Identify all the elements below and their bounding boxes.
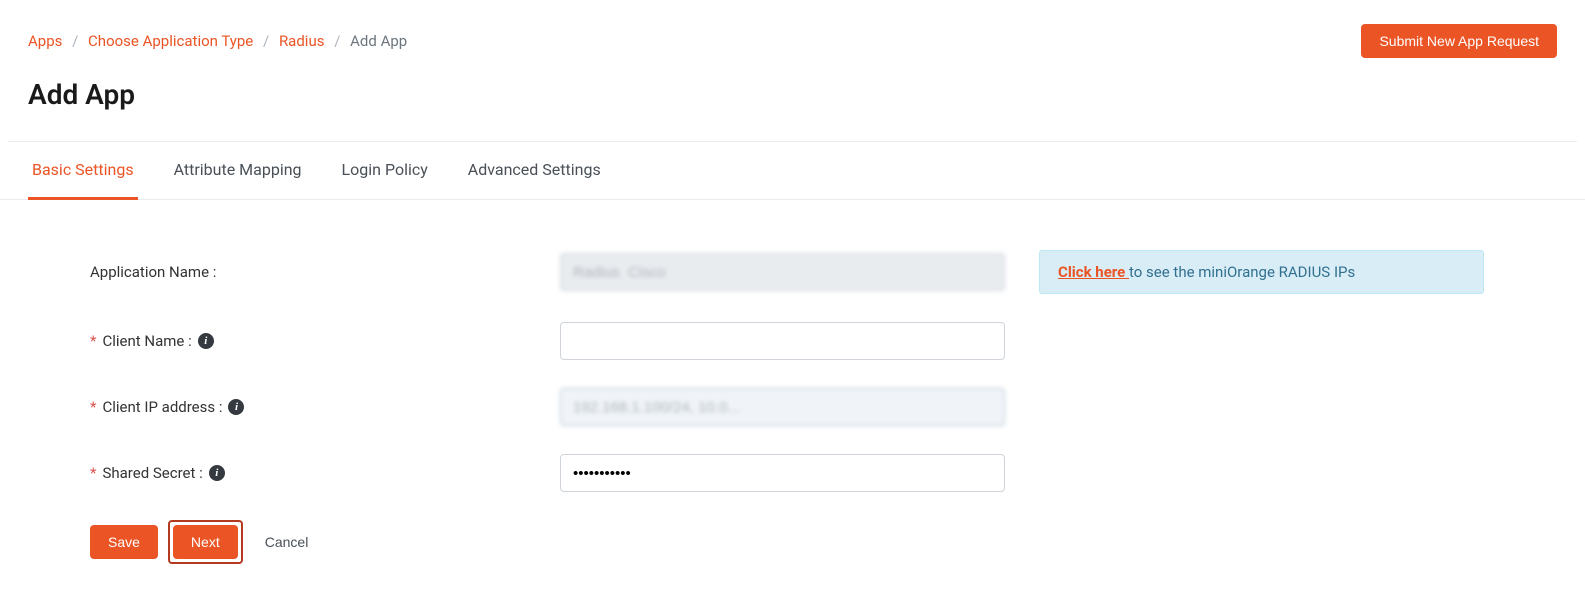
client-ip-input[interactable] [560,388,1005,426]
save-button[interactable]: Save [90,525,158,559]
shared-secret-label: *Shared Secret : i [90,464,560,482]
next-button[interactable]: Next [173,525,238,559]
info-icon[interactable]: i [209,465,225,481]
required-marker: * [90,332,96,350]
shared-secret-input[interactable] [560,454,1005,492]
tabs: Basic Settings Attribute Mapping Login P… [0,142,1585,200]
next-button-highlight: Next [168,520,243,564]
breadcrumb-radius[interactable]: Radius [279,32,325,50]
application-name-label: Application Name : [90,263,560,281]
breadcrumb-apps[interactable]: Apps [28,32,62,50]
breadcrumb-separator: / [334,32,340,50]
info-icon[interactable]: i [198,333,214,349]
tab-attribute-mapping[interactable]: Attribute Mapping [170,142,306,200]
page-title: Add App [0,58,1585,141]
tab-basic-settings[interactable]: Basic Settings [28,142,138,200]
alert-text: to see the miniOrange RADIUS IPs [1129,263,1355,281]
client-ip-label: *Client IP address : i [90,398,560,416]
info-icon[interactable]: i [228,399,244,415]
breadcrumb-separator: / [72,32,78,50]
client-name-input[interactable] [560,322,1005,360]
tab-advanced-settings[interactable]: Advanced Settings [464,142,605,200]
click-here-link[interactable]: Click here [1058,263,1129,281]
submit-new-app-button[interactable]: Submit New App Request [1361,24,1557,58]
tab-login-policy[interactable]: Login Policy [338,142,432,200]
form-actions: Save Next Cancel [90,520,1557,564]
breadcrumb-choose-type[interactable]: Choose Application Type [88,32,253,50]
client-name-label: *Client Name : i [90,332,560,350]
required-marker: * [90,464,96,482]
required-marker: * [90,398,96,416]
radius-ips-alert: Click here to see the miniOrange RADIUS … [1039,250,1484,294]
breadcrumb-separator: / [263,32,269,50]
breadcrumb-current: Add App [350,32,407,50]
form-area: Application Name : Click here to see the… [0,200,1585,594]
application-name-input [560,253,1005,291]
breadcrumb: Apps / Choose Application Type / Radius … [28,32,407,50]
cancel-button[interactable]: Cancel [253,525,321,559]
